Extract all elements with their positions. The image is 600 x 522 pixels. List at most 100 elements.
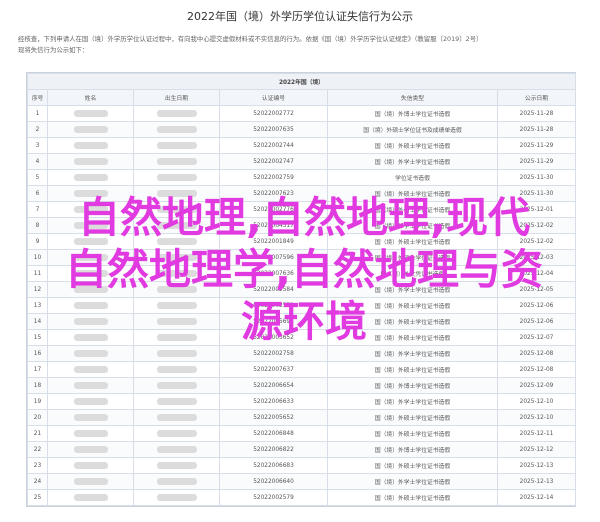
violation-type-cell: 国（境）外硕士学位证书造假 xyxy=(327,409,498,426)
row-number-cell: 2 xyxy=(27,121,48,138)
table-row: 19 52022006633 国（境）外学士学位证书造假 2025-12-10 xyxy=(27,393,576,410)
redacted-block xyxy=(156,126,197,133)
certificate-id-cell: 52022007637 xyxy=(219,361,328,378)
row-number-cell: 3 xyxy=(27,137,48,154)
publish-date-cell: 2025-11-30 xyxy=(497,169,576,186)
redacted-block xyxy=(73,446,108,453)
name-cell-blurred xyxy=(47,121,134,138)
table-row: 23 52022006683 国（境）外硕士学位证书造假 2025-12-13 xyxy=(27,457,576,474)
row-number-cell: 20 xyxy=(27,409,48,426)
birthdate-cell-blurred xyxy=(133,361,220,378)
redacted-block xyxy=(156,414,197,421)
name-cell-blurred xyxy=(47,489,134,506)
redacted-block xyxy=(73,366,108,373)
birthdate-cell-blurred xyxy=(133,377,220,394)
redacted-block xyxy=(73,398,108,405)
birthdate-cell-blurred xyxy=(133,393,220,410)
name-cell-blurred xyxy=(47,105,134,122)
redacted-block xyxy=(156,478,197,485)
name-cell-blurred xyxy=(47,153,134,170)
redacted-block xyxy=(156,494,197,501)
table-row: 20 52022005652 国（境）外硕士学位证书造假 2025-12-10 xyxy=(27,409,576,426)
overlay-line: 自然地理,自然地理,现代 xyxy=(78,193,530,242)
table-row: 24 52022006640 国（境）外学士学位证书造假 2025-12-13 xyxy=(27,473,576,490)
certificate-id-cell: 52022006654 xyxy=(219,377,328,394)
watermark-overlay-text: 自然地理,自然地理,现代 自然地理学,自然地理与资 源环境 xyxy=(28,192,580,348)
table-row: 22 52022006822 国（境）外博士学位证书造假 2025-12-12 xyxy=(27,441,576,458)
redacted-block xyxy=(156,110,197,117)
name-cell-blurred xyxy=(47,169,134,186)
certificate-id-cell: 52022006683 xyxy=(219,457,328,474)
table-row: 4 52022002747 国（境）外学士学位证书造假 2025-11-29 xyxy=(27,153,576,170)
certificate-id-cell: 52022005652 xyxy=(219,409,328,426)
publish-date-cell: 2025-12-08 xyxy=(497,361,576,378)
redacted-block xyxy=(73,142,108,149)
publish-date-cell: 2025-12-10 xyxy=(497,393,576,410)
row-number-cell: 4 xyxy=(27,153,48,170)
publish-date-cell: 2025-12-13 xyxy=(497,457,576,474)
name-cell-blurred xyxy=(47,361,134,378)
violation-type-cell: 国（境）外硕士学位证书及成绩单造假 xyxy=(327,121,498,138)
violation-type-cell: 国（境）外博士学位证书造假 xyxy=(327,377,498,394)
redacted-block xyxy=(73,158,108,165)
redacted-block xyxy=(73,414,108,421)
intro-line: 经核查，下列申请人在国（境）外学历学位认证过程中，有向我中心提交虚假材料或不实信… xyxy=(18,35,483,43)
publish-date-cell: 2025-11-28 xyxy=(497,105,576,122)
certificate-id-cell: 52022006848 xyxy=(219,425,328,442)
redacted-block xyxy=(156,430,197,437)
certificate-id-cell: 52022002747 xyxy=(219,153,328,170)
redacted-block xyxy=(156,174,197,181)
table-row: 25 52022002579 国（境）外硕士学位证书造假 2025-12-14 xyxy=(27,489,576,506)
publish-date-cell: 2025-11-29 xyxy=(497,137,576,154)
birthdate-cell-blurred xyxy=(133,137,220,154)
row-number-cell: 1 xyxy=(27,105,48,122)
redacted-block xyxy=(73,174,108,181)
redacted-block xyxy=(73,478,108,485)
row-number-cell: 21 xyxy=(27,425,48,442)
column-header: 公示日期 xyxy=(497,89,576,106)
birthdate-cell-blurred xyxy=(133,473,220,490)
table-row: 17 52022007637 国（境）外硕士学位证书造假 2025-12-08 xyxy=(27,361,576,378)
name-cell-blurred xyxy=(47,409,134,426)
certificate-id-cell: 52022006822 xyxy=(219,441,328,458)
violation-type-cell: 国（境）外学士学位证书造假 xyxy=(327,473,498,490)
redacted-block xyxy=(73,110,108,117)
publish-date-cell: 2025-12-11 xyxy=(497,425,576,442)
birthdate-cell-blurred xyxy=(133,489,220,506)
violation-type-cell: 国（境）外硕士学位证书造假 xyxy=(327,361,498,378)
birthdate-cell-blurred xyxy=(133,457,220,474)
birthdate-cell-blurred xyxy=(133,409,220,426)
redacted-block xyxy=(156,366,197,373)
publish-date-cell: 2025-11-28 xyxy=(497,121,576,138)
redacted-block xyxy=(73,494,108,501)
row-number-cell: 18 xyxy=(27,377,48,394)
table-row: 18 52022006654 国（境）外博士学位证书造假 2025-12-09 xyxy=(27,377,576,394)
redacted-block xyxy=(156,350,197,357)
certificate-id-cell: 52022002759 xyxy=(219,169,328,186)
redacted-block xyxy=(156,158,197,165)
overlay-line: 源环境 xyxy=(240,297,367,346)
redacted-block xyxy=(73,350,108,357)
violation-type-cell: 国（境）外博士学位证书造假 xyxy=(327,105,498,122)
name-cell-blurred xyxy=(47,473,134,490)
table-row: 2 52022007635 国（境）外硕士学位证书及成绩单造假 2025-11-28 xyxy=(27,121,576,138)
redacted-block xyxy=(73,382,108,389)
overlay-line: 自然地理学,自然地理与资 xyxy=(65,245,543,294)
violation-type-cell: 国（境）外学士学位证书造假 xyxy=(327,393,498,410)
redacted-block xyxy=(73,126,108,133)
table-row: 21 52022006848 国（境）外硕士学位证书造假 2025-12-11 xyxy=(27,425,576,442)
publish-date-cell: 2025-11-29 xyxy=(497,153,576,170)
column-header: 失信类型 xyxy=(327,89,498,106)
birthdate-cell-blurred xyxy=(133,441,220,458)
violation-type-cell: 国（境）外硕士学位证书造假 xyxy=(327,137,498,154)
column-header: 出生日期 xyxy=(133,89,220,106)
name-cell-blurred xyxy=(47,457,134,474)
birthdate-cell-blurred xyxy=(133,425,220,442)
redacted-block xyxy=(73,462,108,469)
publish-date-cell: 2025-12-13 xyxy=(497,473,576,490)
redacted-block xyxy=(156,382,197,389)
certificate-id-cell: 52022006640 xyxy=(219,473,328,490)
publish-date-cell: 2025-12-14 xyxy=(497,489,576,506)
redacted-block xyxy=(156,462,197,469)
row-number-cell: 17 xyxy=(27,361,48,378)
